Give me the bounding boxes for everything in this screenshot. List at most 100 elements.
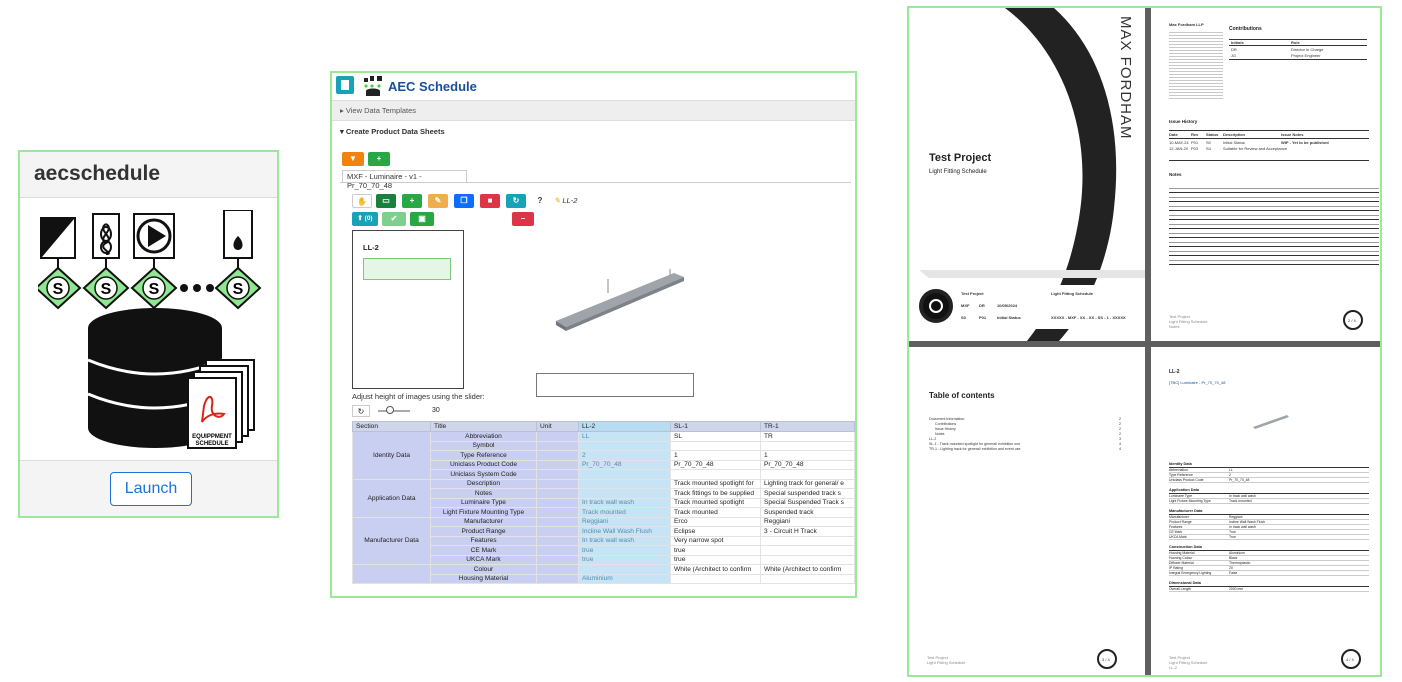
- tr1-cell[interactable]: White (Architect to confirm: [760, 564, 855, 575]
- column-header[interactable]: Title: [430, 421, 537, 432]
- sl1-cell[interactable]: Pr_70_70_48: [670, 459, 761, 470]
- title-cell[interactable]: Description: [430, 478, 537, 489]
- copy-button[interactable]: ❐: [454, 194, 474, 208]
- ll2-cell[interactable]: [578, 564, 671, 575]
- ll2-cell[interactable]: Track mounted: [578, 507, 671, 518]
- unit-cell[interactable]: [536, 459, 579, 470]
- create-sheets-toggle[interactable]: ▾ Create Product Data Sheets: [332, 121, 855, 142]
- title-cell[interactable]: UKCA Mark: [430, 554, 537, 565]
- tr1-cell[interactable]: [760, 440, 855, 451]
- sl1-cell[interactable]: [670, 469, 761, 480]
- save-button[interactable]: ▣: [410, 212, 434, 226]
- view-data-templates-toggle[interactable]: ▸ View Data Templates: [332, 101, 855, 121]
- sl1-cell[interactable]: Track fittings to be supplied: [670, 488, 761, 499]
- sl1-cell[interactable]: true: [670, 554, 761, 565]
- tr1-cell[interactable]: [760, 469, 855, 480]
- tr1-cell[interactable]: Reggiani: [760, 516, 855, 527]
- title-cell[interactable]: Product Range: [430, 526, 537, 537]
- unit-cell[interactable]: [536, 526, 579, 537]
- unit-cell[interactable]: [536, 564, 579, 575]
- sl1-cell[interactable]: Very narrow spot: [670, 535, 761, 546]
- table-row[interactable]: Application Data Description Track mounted…: [352, 478, 855, 518]
- unit-cell[interactable]: [536, 478, 579, 489]
- title-cell[interactable]: Manufacturer: [430, 516, 537, 527]
- sl1-cell[interactable]: Track mounted: [670, 507, 761, 518]
- sl1-cell[interactable]: Eclipse: [670, 526, 761, 537]
- add-template-button[interactable]: +: [368, 152, 390, 166]
- title-cell[interactable]: Colour: [430, 564, 537, 575]
- ll2-cell[interactable]: [578, 488, 671, 499]
- unit-cell[interactable]: [536, 431, 579, 442]
- sl1-cell[interactable]: White (Architect to confirm: [670, 564, 761, 575]
- sl1-cell[interactable]: [670, 440, 761, 451]
- table-row[interactable]: Manufacturer Data Manufacturer Reggiani Erc…: [352, 516, 855, 565]
- tr1-cell[interactable]: [760, 554, 855, 565]
- tr1-cell[interactable]: Lighting track for general/ e: [760, 478, 855, 489]
- ll2-cell[interactable]: true: [578, 545, 671, 556]
- image-height-slider[interactable]: [378, 410, 410, 412]
- ll2-cell[interactable]: In track wall wash: [578, 497, 671, 508]
- ll2-cell[interactable]: 2: [578, 450, 671, 461]
- delete-button[interactable]: ■: [480, 194, 500, 208]
- ll2-cell[interactable]: Aluminium: [578, 573, 671, 584]
- ll2-cell[interactable]: Pr_70_70_48: [578, 459, 671, 470]
- tab-luminaire[interactable]: MXF - Luminaire - v1 - Pr_70_70_48: [342, 170, 467, 190]
- unit-cell[interactable]: [536, 469, 579, 480]
- ll2-cell[interactable]: true: [578, 554, 671, 565]
- column-header[interactable]: Unit: [536, 421, 579, 432]
- title-cell[interactable]: Features: [430, 535, 537, 546]
- ll2-cell[interactable]: Incline Wall Wash Flush: [578, 526, 671, 537]
- remove-button[interactable]: –: [512, 212, 534, 226]
- unit-cell[interactable]: [536, 497, 579, 508]
- title-cell[interactable]: Notes: [430, 488, 537, 499]
- unit-cell[interactable]: [536, 450, 579, 461]
- help-button[interactable]: ?: [530, 194, 550, 208]
- ll2-cell[interactable]: [578, 469, 671, 480]
- reset-slider-button[interactable]: ↻: [352, 405, 370, 417]
- refresh-button[interactable]: ↻: [506, 194, 526, 208]
- sl1-cell[interactable]: Track mounted spotlight for: [670, 478, 761, 489]
- title-cell[interactable]: Abbreviation: [430, 431, 537, 442]
- sl1-cell[interactable]: Track mounted spotlight: [670, 497, 761, 508]
- sl1-cell[interactable]: SL: [670, 431, 761, 442]
- sl1-cell[interactable]: Erco: [670, 516, 761, 527]
- sl1-cell[interactable]: [670, 573, 761, 584]
- unit-cell[interactable]: [536, 440, 579, 451]
- title-cell[interactable]: Light Fixture Mounting Type: [430, 507, 537, 518]
- view-card-button[interactable]: ▭: [376, 194, 396, 208]
- upload-button[interactable]: ⬆ (0): [352, 212, 378, 226]
- notes-textarea[interactable]: [536, 373, 694, 397]
- title-cell[interactable]: Type Reference: [430, 450, 537, 461]
- launch-button[interactable]: Launch: [110, 472, 192, 506]
- column-header[interactable]: LL-2: [578, 421, 671, 432]
- filter-button[interactable]: ▼: [342, 152, 364, 166]
- column-header[interactable]: TR-1: [760, 421, 855, 432]
- table-row[interactable]: Colour White (Architect to confirm White (…: [352, 564, 855, 584]
- tr1-cell[interactable]: Special suspended track s: [760, 488, 855, 499]
- tr1-cell[interactable]: Pr_70_70_48: [760, 459, 855, 470]
- ll2-cell[interactable]: [578, 478, 671, 489]
- unit-cell[interactable]: [536, 554, 579, 565]
- title-cell[interactable]: Luminaire Type: [430, 497, 537, 508]
- ll2-cell[interactable]: In track wall wash: [578, 535, 671, 546]
- title-cell[interactable]: Uniclass System Code: [430, 469, 537, 480]
- tr1-cell[interactable]: [760, 535, 855, 546]
- title-cell[interactable]: Uniclass Product Code: [430, 459, 537, 470]
- tr1-cell[interactable]: TR: [760, 431, 855, 442]
- drag-handle-button[interactable]: ✋: [352, 194, 372, 208]
- column-header[interactable]: Section: [352, 421, 431, 432]
- ll2-cell[interactable]: LL: [578, 431, 671, 442]
- ll2-cell[interactable]: [578, 440, 671, 451]
- tr1-cell[interactable]: Special Suspended Track s: [760, 497, 855, 508]
- sl1-cell[interactable]: true: [670, 545, 761, 556]
- pds-input[interactable]: [363, 258, 451, 280]
- tr1-cell[interactable]: 1: [760, 450, 855, 461]
- menu-icon[interactable]: [336, 76, 354, 94]
- tr1-cell[interactable]: [760, 573, 855, 584]
- table-row[interactable]: Identity Data Abbreviation LL SL TR: [352, 431, 855, 480]
- title-cell[interactable]: Housing Material: [430, 573, 537, 584]
- tr1-cell[interactable]: 3 - Circuit H Track: [760, 526, 855, 537]
- slider-thumb[interactable]: [386, 406, 394, 414]
- unit-cell[interactable]: [536, 516, 579, 527]
- add-item-button[interactable]: +: [402, 194, 422, 208]
